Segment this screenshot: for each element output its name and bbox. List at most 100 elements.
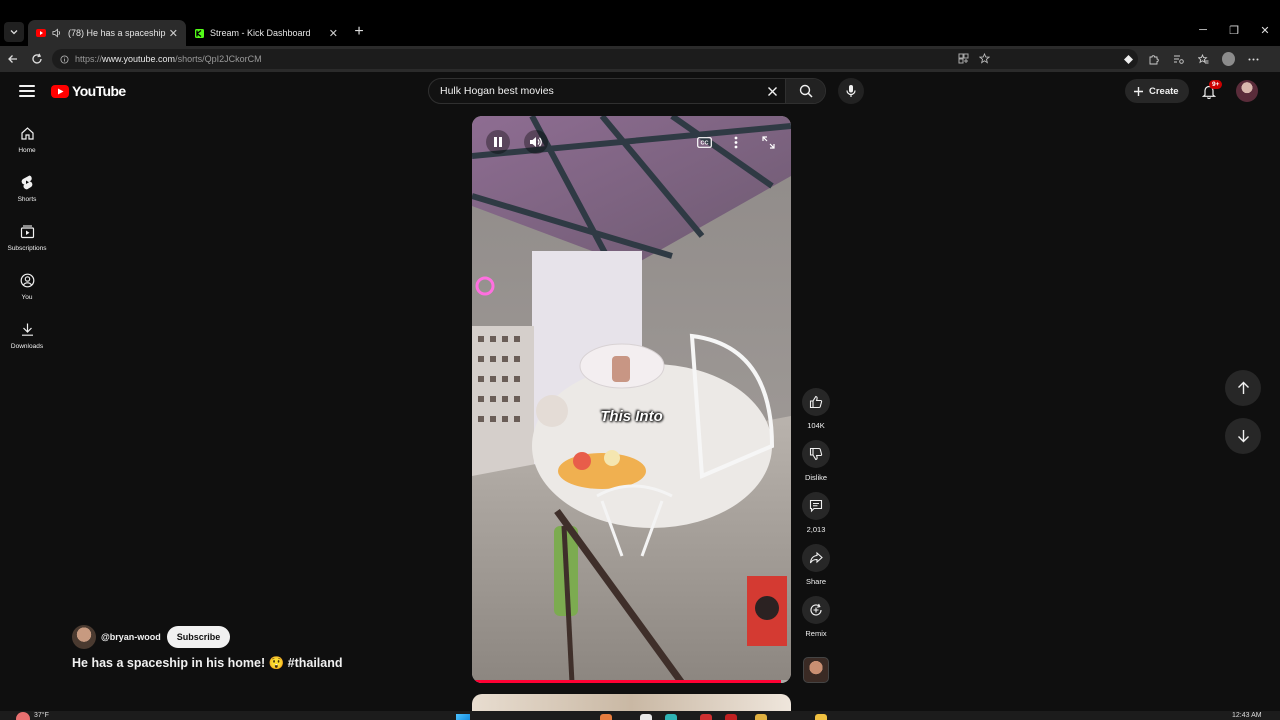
- tab-title: (78) He has a spaceship in his home! 😲 #…: [68, 27, 168, 38]
- taskbar-app-icon[interactable]: [815, 714, 827, 720]
- like-button[interactable]: [802, 388, 830, 416]
- create-label: Create: [1149, 85, 1179, 97]
- sidebar-item-shorts[interactable]: Shorts: [0, 169, 54, 215]
- next-short-button[interactable]: [1225, 418, 1261, 454]
- sidebar-item-you[interactable]: You: [0, 267, 54, 313]
- youtube-logo[interactable]: YouTube: [51, 83, 126, 99]
- short-video-player[interactable]: CC This Into: [472, 116, 791, 683]
- remix-button[interactable]: [802, 596, 830, 624]
- voice-search-button[interactable]: [838, 78, 864, 104]
- extension-toolbar: [1122, 50, 1260, 68]
- more-options-icon[interactable]: [1247, 53, 1260, 66]
- like-action[interactable]: 104K: [797, 388, 835, 430]
- dislike-button[interactable]: [802, 440, 830, 468]
- taskbar-app-icon[interactable]: [755, 714, 767, 720]
- channel-info: @bryan-wood Subscribe: [72, 625, 231, 649]
- speaker-icon[interactable]: [52, 28, 62, 38]
- back-button[interactable]: [4, 50, 22, 68]
- url-scheme: https://: [75, 54, 103, 64]
- favorites-icon[interactable]: [1197, 53, 1210, 66]
- sidebar-item-subscriptions[interactable]: Subscriptions: [0, 218, 54, 264]
- taskbar-app-icon[interactable]: [665, 714, 677, 720]
- clear-search-icon[interactable]: [759, 79, 785, 103]
- previous-short-button[interactable]: [1225, 370, 1261, 406]
- you-icon: [18, 271, 36, 289]
- subscribe-button[interactable]: Subscribe: [166, 626, 231, 648]
- youtube-header: YouTube Hulk Hogan best movies Create 9+: [0, 72, 1280, 112]
- new-tab-button[interactable]: +: [350, 22, 368, 42]
- refresh-icon: [32, 53, 42, 64]
- pause-icon: [494, 137, 502, 147]
- favorite-star-icon[interactable]: [978, 52, 991, 66]
- browser-toolbar: https://www.youtube.com/shorts/QpI2JCkor…: [0, 46, 1280, 72]
- sidebar-item-home[interactable]: Home: [0, 120, 54, 166]
- search-input[interactable]: Hulk Hogan best movies: [429, 85, 759, 97]
- remix-action[interactable]: Remix: [797, 596, 835, 638]
- taskbar-app-icon[interactable]: [725, 714, 737, 720]
- window-close-icon[interactable]: ✕: [1253, 24, 1277, 37]
- dislike-action[interactable]: Dislike: [797, 440, 835, 482]
- tab-actions-menu[interactable]: [4, 22, 24, 42]
- sidebar-item-label: Home: [18, 147, 36, 154]
- captions-button[interactable]: CC: [692, 130, 716, 154]
- weather-icon[interactable]: [16, 712, 30, 720]
- url-host: www.youtube.com: [102, 54, 176, 64]
- taskbar-clock[interactable]: 12:43 AM: [1232, 712, 1262, 719]
- create-button[interactable]: Create: [1125, 79, 1189, 103]
- windows-taskbar: 37°F 12:43 AM: [0, 711, 1280, 720]
- taskbar-app-icon[interactable]: [600, 714, 612, 720]
- downloads-icon: [18, 320, 36, 338]
- video-caption: This Into: [600, 408, 663, 425]
- comment-count: 2,013: [806, 525, 826, 534]
- more-actions-button[interactable]: [724, 130, 748, 154]
- comments-action[interactable]: 2,013: [797, 492, 835, 534]
- close-tab-icon[interactable]: ✕: [329, 27, 338, 40]
- share-action[interactable]: Share: [797, 544, 835, 586]
- chevron-down-icon: [10, 30, 18, 35]
- minimize-icon[interactable]: ─: [1191, 24, 1215, 36]
- address-bar[interactable]: https://www.youtube.com/shorts/QpI2JCkor…: [52, 49, 1138, 69]
- arrow-left-icon: [8, 55, 17, 63]
- close-tab-icon[interactable]: ✕: [169, 27, 178, 40]
- comments-button[interactable]: [802, 492, 830, 520]
- search-button[interactable]: [785, 79, 825, 103]
- restore-icon[interactable]: ❐: [1222, 24, 1246, 37]
- read-aloud-icon[interactable]: [1172, 53, 1185, 66]
- sidebar-item-label: You: [21, 294, 33, 301]
- taskbar-app-icon[interactable]: [700, 714, 712, 720]
- short-title: He has a spaceship in his home! 😲 #thail…: [72, 656, 343, 670]
- extensions-puzzle-icon[interactable]: [1147, 53, 1160, 66]
- share-button[interactable]: [802, 544, 830, 572]
- weather-temperature[interactable]: 37°F: [34, 712, 49, 719]
- sidebar-item-downloads[interactable]: Downloads: [0, 316, 54, 362]
- extension-diamond-icon[interactable]: [1122, 53, 1135, 66]
- channel-handle[interactable]: @bryan-wood: [101, 632, 161, 642]
- subscriptions-icon: [18, 222, 36, 240]
- account-avatar[interactable]: [1236, 80, 1258, 102]
- omnibox-actions: [958, 49, 991, 69]
- app-available-icon[interactable]: [958, 53, 969, 66]
- tab-kick-dashboard[interactable]: Stream - Kick Dashboard ✕: [186, 20, 346, 46]
- volume-button[interactable]: [524, 130, 548, 154]
- sidebar-item-label: Subscriptions: [7, 245, 47, 252]
- tab-youtube[interactable]: (78) He has a spaceship in his home! 😲 #…: [28, 20, 186, 46]
- video-frame: [472, 116, 791, 683]
- search-icon: [799, 84, 813, 98]
- profile-icon[interactable]: [1222, 52, 1235, 66]
- closed-captions-icon: CC: [696, 136, 712, 148]
- windows-start-icon[interactable]: [456, 714, 470, 720]
- like-count: 104K: [807, 421, 825, 430]
- notifications-button[interactable]: 9+: [1199, 80, 1223, 101]
- video-progress-bar[interactable]: [472, 680, 791, 683]
- search-box: Hulk Hogan best movies: [428, 78, 826, 104]
- hamburger-menu-icon[interactable]: [18, 82, 36, 100]
- original-sound-thumbnail[interactable]: [803, 657, 829, 683]
- channel-avatar[interactable]: [72, 625, 96, 649]
- site-info-icon[interactable]: [60, 54, 69, 64]
- fullscreen-button[interactable]: [756, 130, 780, 154]
- arrow-up-icon: [1237, 381, 1249, 394]
- taskbar-app-icon[interactable]: [640, 714, 652, 720]
- share-arrow-icon: [809, 551, 823, 564]
- refresh-button[interactable]: [28, 50, 46, 68]
- pause-button[interactable]: [486, 130, 510, 154]
